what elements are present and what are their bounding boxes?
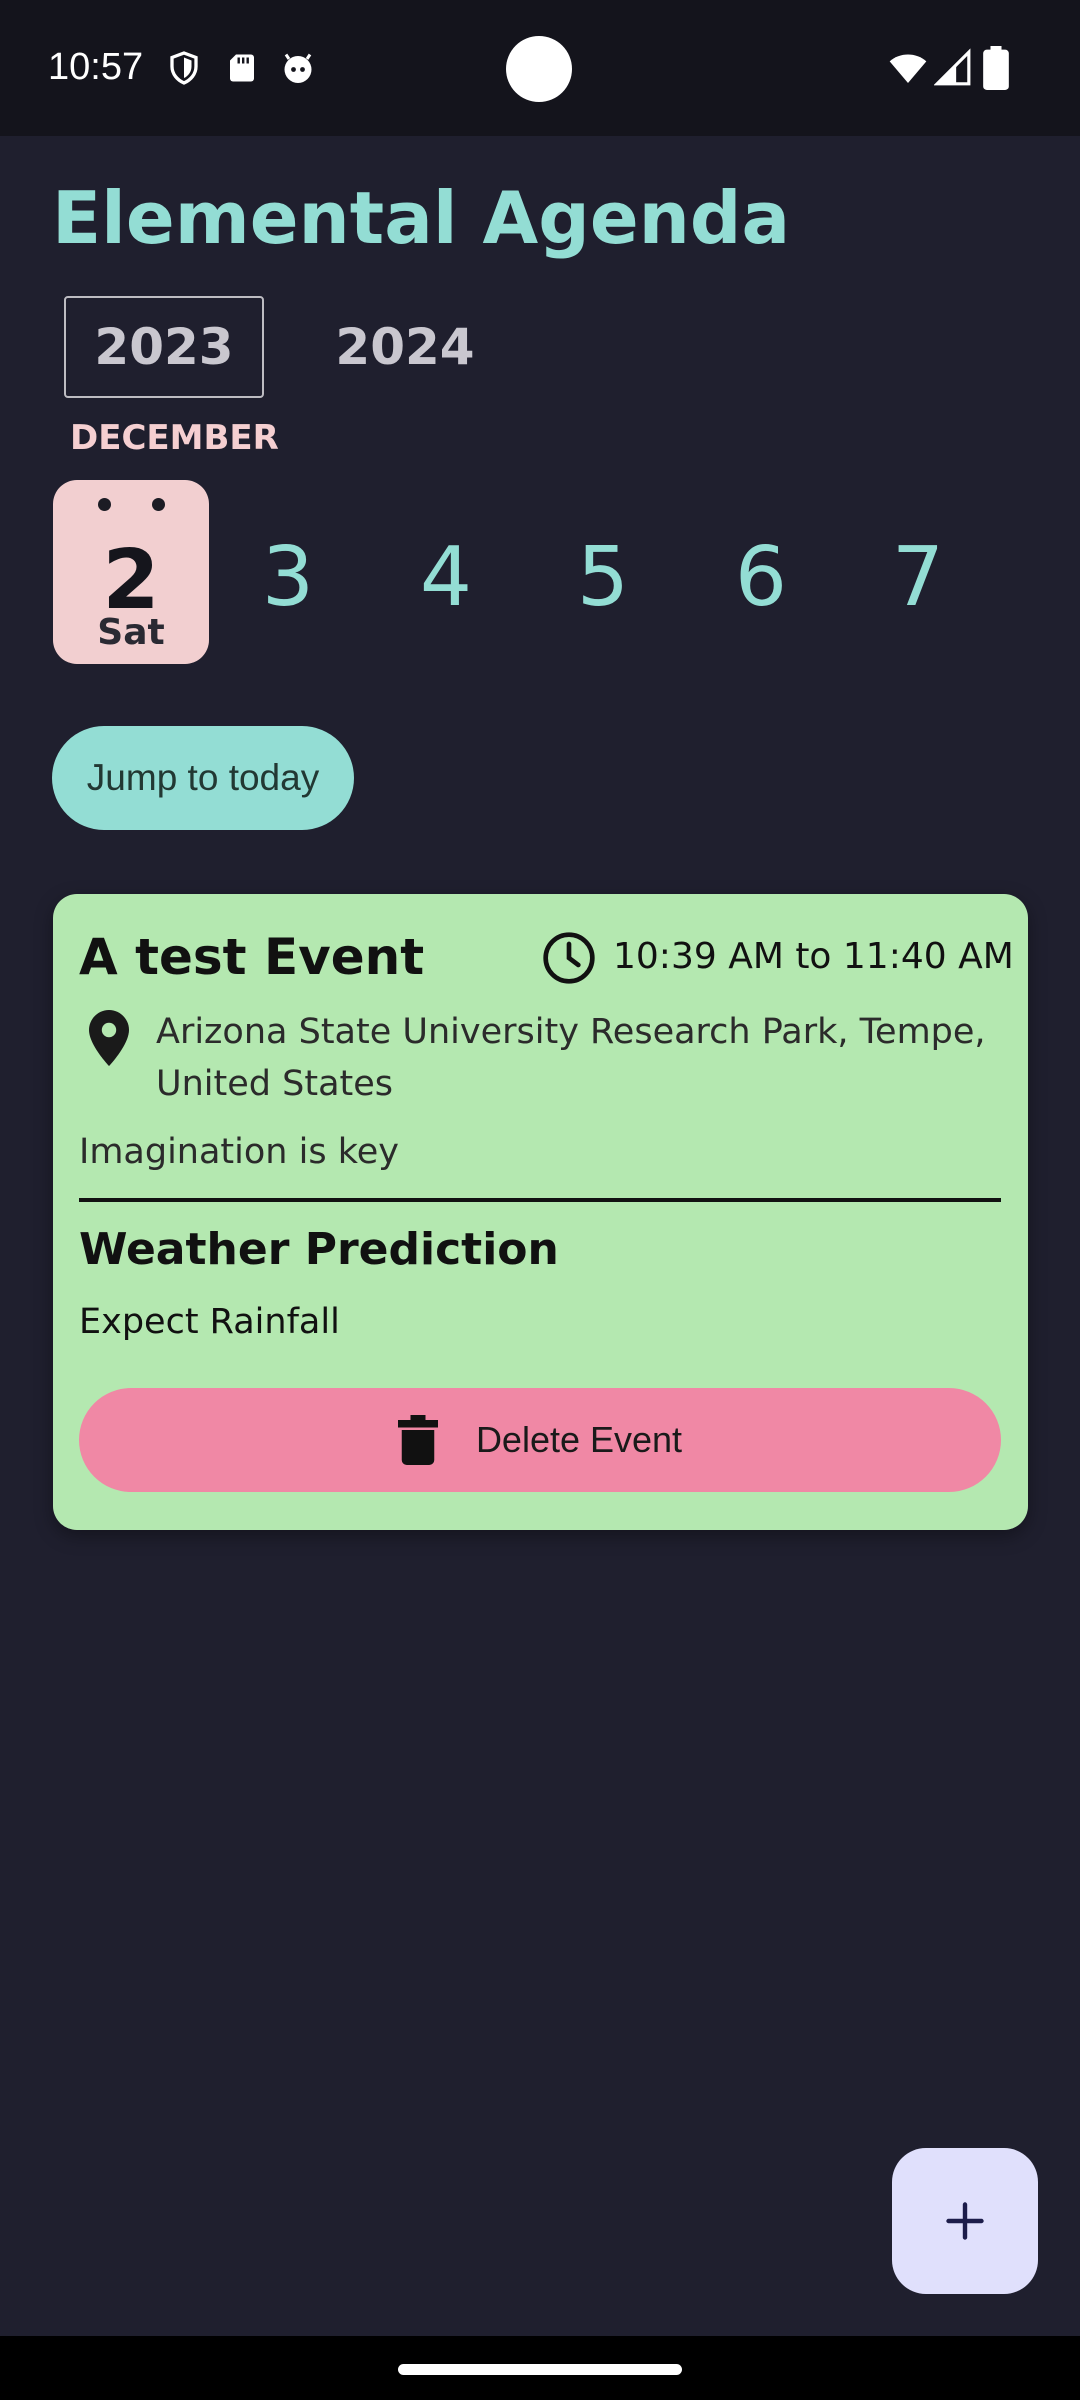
clock-icon: [543, 932, 595, 984]
weather-prediction-text: Expect Rainfall: [79, 1302, 340, 1342]
day-number: 7: [891, 530, 945, 625]
location-pin-icon: [89, 1010, 129, 1066]
signal-icon: [934, 48, 971, 86]
day-weekday: Sat: [97, 612, 165, 653]
delete-event-label: Delete Event: [475, 1419, 683, 1460]
event-title: A test Event: [79, 928, 425, 986]
month-label: DECEMBER: [70, 418, 279, 458]
event-card: A test Event 10:39 AM to 11:40 AM Arizon…: [53, 894, 1028, 1530]
wifi-icon: [889, 54, 927, 83]
camera-cutout: [506, 36, 572, 102]
divider: [79, 1198, 1001, 1202]
status-bar: 10:57: [0, 0, 1080, 136]
event-location: Arizona State University Research Park, …: [156, 1012, 986, 1104]
weather-heading: Weather Prediction: [79, 1224, 559, 1275]
calendar-ring-dot: [98, 498, 111, 511]
delete-button-content: Delete Event: [397, 1415, 683, 1465]
day-cell[interactable]: 6: [683, 480, 839, 664]
home-gesture-handle[interactable]: [398, 2364, 682, 2375]
android-face-icon: [284, 53, 312, 83]
day-cell[interactable]: 5: [525, 480, 681, 664]
event-time: 10:39 AM to 11:40 AM: [613, 936, 1014, 977]
battery-icon: [983, 46, 1009, 90]
jump-to-today-button[interactable]: Jump to today: [52, 726, 354, 830]
calendar-ring-dot: [152, 498, 165, 511]
shield-icon: [170, 51, 198, 85]
day-number: 6: [734, 530, 788, 625]
day-number: 5: [576, 530, 630, 625]
day-cell[interactable]: 3: [210, 480, 366, 664]
day-dots: [53, 498, 209, 512]
sd-card-icon: [230, 54, 254, 82]
year-tab-2023[interactable]: 2023: [64, 296, 264, 398]
day-cell[interactable]: 4: [368, 480, 524, 664]
status-time: 10:57: [48, 46, 144, 88]
day-number: 2: [102, 533, 160, 628]
plus-icon: [946, 2202, 984, 2240]
day-cell-selected[interactable]: 2 Sat: [53, 480, 209, 664]
day-number: 4: [419, 530, 473, 625]
trash-icon: [397, 1415, 438, 1465]
delete-event-button[interactable]: Delete Event: [79, 1388, 1001, 1492]
add-event-fab[interactable]: [892, 2148, 1038, 2294]
year-tab-2024[interactable]: 2024: [310, 296, 500, 398]
app-title: Elemental Agenda: [52, 176, 791, 260]
day-number: 3: [261, 530, 315, 625]
day-cell[interactable]: 7: [840, 480, 996, 664]
event-description: Imagination is key: [79, 1132, 399, 1172]
